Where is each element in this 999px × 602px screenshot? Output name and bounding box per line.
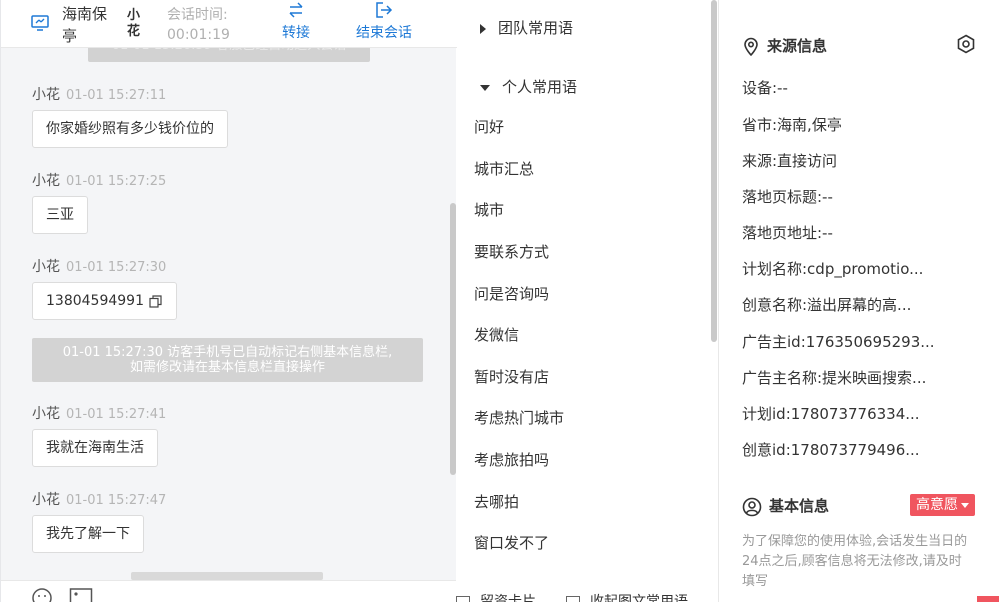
phrases-scrollbar[interactable] [711,0,717,342]
caret-down-icon [961,502,969,508]
info-plan-name: 计划名称:cdp_promotio... [742,260,924,278]
message-time: 01-01 15:27:11 [66,88,167,103]
group-label: 个人常用语 [502,78,578,96]
system-notice-top: 01-01 15:26:59 客服已经自动进入会话 [88,48,370,62]
lead-card-button[interactable]: 留资卡片 [456,591,536,602]
end-chat-button[interactable]: 结束会话 [356,1,412,42]
user-icon [742,497,762,516]
message-bubble[interactable]: 我就在海南生活 [32,429,158,467]
info-source: 来源:直接访问 [742,152,838,170]
transfer-button[interactable]: 转接 [282,1,310,42]
team-phrases-group[interactable]: 团队常用语 [480,17,573,38]
basic-info-label: 基本信息 [769,497,830,515]
phrases-panel: 团队常用语 个人常用语 问好 城市汇总 城市 要联系方式 问是咨询吗 发微信 暂… [456,0,719,602]
message-meta: 小花 01-01 15:27:25 [32,170,166,190]
message-bubble[interactable]: 我先了解一下 [32,515,144,553]
message-meta: 小花 01-01 15:27:11 [32,84,166,104]
message-time: 01-01 15:27:41 [66,407,167,422]
visitor-name: 小花 [127,8,141,39]
info-advertiser-name: 广告主名称:提米映画搜索... [742,369,927,387]
collapse-icon [566,596,580,602]
info-landing-title: 落地页标题:-- [742,188,833,206]
group-label: 团队常用语 [498,19,574,37]
chat-resize-handle[interactable] [131,572,323,580]
info-device: 设备:-- [742,79,788,97]
info-creative-id: 创意id:178073779496... [742,441,920,459]
transfer-icon [289,2,303,18]
message-meta: 小花 01-01 15:27:47 [32,489,166,509]
session-time-label: 会话时间: [167,7,228,23]
copy-icon[interactable] [149,294,163,308]
collapse-phrases-button[interactable]: 收起图文常用语 [566,591,688,602]
location-pin-icon [744,37,758,56]
phrase-item[interactable]: 暂时没有店 [474,366,549,387]
message-sender: 小花 [32,87,60,103]
message-sender: 小花 [32,173,60,189]
message-sender: 小花 [32,259,60,275]
phrase-item[interactable]: 发微信 [474,324,519,345]
system-note: 01-01 15:27:30 访客手机号已自动标记右侧基本信息栏, 如需修改请在… [32,338,423,382]
visitor-location: 海南保亭 [62,5,108,45]
phrase-item[interactable]: 去哪拍 [474,491,519,512]
intent-label: 高意愿 [916,497,958,513]
info-plan-id: 计划id:178073776334... [742,405,920,423]
system-note-line: 01-01 15:27:30 访客手机号已自动标记右侧基本信息栏, [62,345,393,360]
chat-header: 海南保亭 小花 会话时间: 00:01:19 转接 结束会话 [1,0,457,48]
message-text: 13804594991 [46,293,144,309]
phrase-item[interactable]: 要联系方式 [474,241,549,262]
system-note-line: 如需修改请在基本信息栏直接操作 [129,360,325,375]
phrase-item[interactable]: 问是咨询吗 [474,283,549,304]
message-meta: 小花 01-01 15:27:30 [32,256,166,276]
phrase-item[interactable]: 考虑热门城市 [474,407,564,428]
exit-icon [376,2,393,18]
phrase-item[interactable]: 城市汇总 [474,158,534,179]
monitor-icon [31,15,49,31]
info-creative-name: 创意名称:溢出屏幕的高... [742,296,912,314]
chat-toolbar [1,580,457,602]
caret-right-icon [480,23,486,34]
message-time: 01-01 15:27:47 [66,493,167,508]
caret-down-icon [480,84,490,91]
basic-info-title: 基本信息 [742,495,829,517]
message-bubble-phone[interactable]: 13804594991 [32,282,178,320]
emoji-icon[interactable] [31,587,53,602]
image-icon[interactable] [69,587,93,602]
phrase-item[interactable]: 窗口发不了 [474,532,549,553]
phrase-item[interactable]: 城市 [474,199,504,220]
message-bubble[interactable]: 三亚 [32,196,88,234]
chat-message-list[interactable]: 01-01 15:26:59 客服已经自动进入会话 小花 01-01 15:27:… [1,48,457,580]
message-meta: 小花 01-01 15:27:41 [32,403,166,423]
info-panel: 来源信息 设备:-- 省市:海南,保亭 来源:直接访问 落地页标题:-- 落地页… [720,0,999,602]
collapse-phrases-label: 收起图文常用语 [590,594,688,602]
info-province-city: 省市:海南,保亭 [742,116,842,134]
card-icon [456,596,470,602]
chat-panel: 海南保亭 小花 会话时间: 00:01:19 转接 结束会话 01-01 15:… [0,0,457,602]
message-sender: 小花 [32,406,60,422]
intent-dropdown[interactable]: 高意愿 [910,494,975,516]
transfer-label: 转接 [282,25,310,41]
personal-phrases-group[interactable]: 个人常用语 [480,76,577,97]
info-edit-note: 为了保障您的使用体验,会话发生当日的24点之后,顾客信息将无法修改,请及时填写 [742,534,968,589]
end-chat-label: 结束会话 [356,25,412,41]
session-time-value: 00:01:19 [167,27,230,43]
source-info-title: 来源信息 [742,35,827,57]
source-info-label: 来源信息 [767,37,828,55]
phrase-item[interactable]: 问好 [474,116,504,137]
info-landing-url: 落地页地址:-- [742,224,833,242]
message-time: 01-01 15:27:25 [66,174,167,189]
corner-action-button[interactable] [977,596,999,602]
message-bubble[interactable]: 你家婚纱照有多少钱价位的 [32,110,228,148]
info-advertiser-id: 广告主id:176350695293... [742,333,935,351]
message-time: 01-01 15:27:30 [66,260,167,275]
message-sender: 小花 [32,492,60,508]
phrase-item[interactable]: 考虑旅拍吗 [474,449,549,470]
lead-card-label: 留资卡片 [480,594,536,602]
settings-icon[interactable] [956,34,976,54]
